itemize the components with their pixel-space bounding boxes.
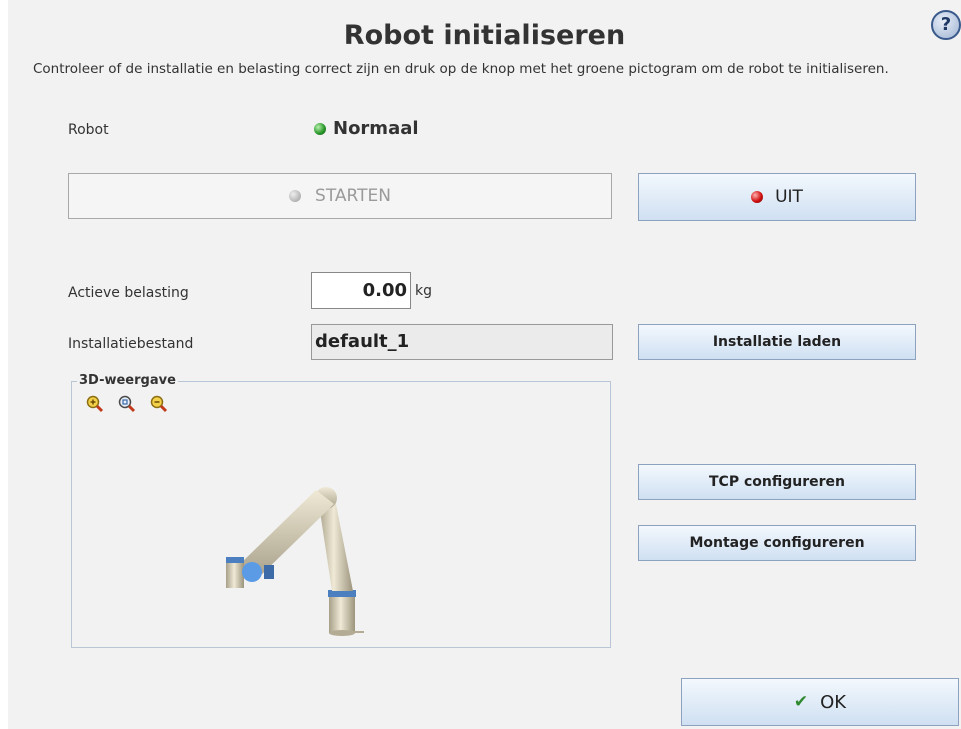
ok-button[interactable]: ✔ OK bbox=[681, 678, 959, 726]
robot-label: Robot bbox=[68, 122, 109, 138]
mount-configure-button[interactable]: Montage configureren bbox=[638, 525, 916, 561]
load-installation-label: Installatie laden bbox=[712, 334, 842, 350]
red-led-icon bbox=[751, 191, 764, 203]
payload-unit: kg bbox=[415, 283, 432, 299]
instruction-text: Controleer of de installatie en belastin… bbox=[33, 61, 889, 77]
page-title: Robot initialiseren bbox=[343, 20, 626, 51]
help-icon[interactable]: ? bbox=[931, 10, 961, 40]
off-button-label: UIT bbox=[775, 187, 803, 207]
green-led-icon bbox=[314, 122, 326, 135]
3d-view-label: 3D-weergave bbox=[77, 373, 178, 388]
robot-status-text: Normaal bbox=[333, 118, 419, 139]
load-installation-button[interactable]: Installatie laden bbox=[638, 324, 916, 360]
dialog-panel: Robot initialiseren ? Controleer of de i… bbox=[8, 0, 961, 729]
payload-label: Actieve belasting bbox=[68, 285, 189, 301]
3d-view[interactable] bbox=[71, 381, 611, 648]
ok-button-label: OK bbox=[820, 691, 847, 713]
grey-led-icon bbox=[289, 190, 302, 202]
start-button[interactable]: STARTEN bbox=[68, 173, 612, 219]
mount-configure-label: Montage configureren bbox=[689, 535, 865, 551]
payload-input[interactable]: 0.00 bbox=[311, 272, 411, 309]
off-button[interactable]: UIT bbox=[638, 173, 916, 221]
robot-arm-render bbox=[226, 487, 364, 636]
zoom-out-icon[interactable] bbox=[150, 395, 168, 413]
checkmark-icon: ✔ bbox=[793, 692, 809, 712]
installation-file-field: default_1 bbox=[311, 324, 613, 360]
start-button-label: STARTEN bbox=[315, 186, 391, 206]
robot-status: Normaal bbox=[314, 118, 419, 139]
tcp-configure-button[interactable]: TCP configureren bbox=[638, 464, 916, 500]
tcp-configure-label: TCP configureren bbox=[709, 474, 845, 490]
zoom-reset-icon[interactable] bbox=[118, 395, 136, 413]
zoom-in-icon[interactable] bbox=[86, 395, 104, 413]
installation-label: Installatiebestand bbox=[68, 336, 194, 352]
